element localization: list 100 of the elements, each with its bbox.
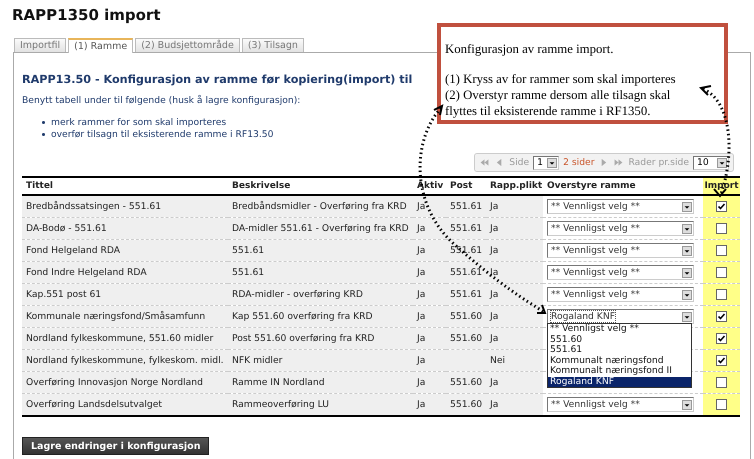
table-cell: Kap 551.60 overføring fra KRD <box>232 311 373 322</box>
tab[interactable]: (2) Budsjettområde <box>135 38 240 52</box>
dropdown-option[interactable]: Kommunalt næringsfond II <box>548 366 691 376</box>
table-cell: Kommunale næringsfond/Småsamfunn <box>26 311 206 322</box>
column-header: Overstyre ramme <box>547 181 636 191</box>
table-cell: 551.61 <box>450 267 482 278</box>
import-checkbox[interactable] <box>716 288 727 300</box>
page-count: 2 sider <box>563 157 594 168</box>
table-cell: Overføring Innovasjon Norge Nordland <box>26 377 203 388</box>
table-cell: Nordland fylkeskommune, 551.60 midler <box>26 333 214 344</box>
table-cell: Post 551.60 overføring fra KRD <box>232 333 375 344</box>
dropdown-arrow-icon <box>717 158 727 168</box>
save-button[interactable]: Lagre endringer i konfigurasjon <box>22 437 210 455</box>
table-cell: NFK midler <box>232 355 282 366</box>
import-checkbox[interactable] <box>716 200 727 212</box>
table-cell: Nordland fylkeskommune, fylkeskom. midl. <box>26 355 224 366</box>
table-cell: 551.61 <box>232 245 264 256</box>
table-cell: Ja <box>490 201 498 212</box>
bullet-text: overfør tilsagn til eksisterende ramme i RF13.50 <box>51 128 274 140</box>
dropdown-arrow-icon <box>682 290 692 300</box>
table-cell: Bredbåndsmidler - Overføring fra KRD <box>232 201 407 212</box>
table-cell: Ja <box>490 289 498 300</box>
callout-title: Konfigurasjon av ramme import. <box>445 42 614 57</box>
table-cell: Ja <box>417 377 426 388</box>
override-select[interactable]: ** Vennligst velg ** <box>547 265 694 280</box>
table-cell: Kap.551 post 61 <box>26 289 102 300</box>
page-select[interactable]: 1 <box>533 156 560 170</box>
tab[interactable]: Importfil <box>14 38 66 52</box>
table-cell: Ja <box>490 223 498 234</box>
callout-text: (1) Kryss av for rammer som skal importeres <box>445 71 677 87</box>
table-cell: 551.61 <box>450 201 482 212</box>
page-title: RAPP1350 import <box>11 5 162 26</box>
override-select[interactable]: ** Vennligst velg ** <box>547 397 694 412</box>
import-checkbox[interactable] <box>716 244 727 256</box>
tab[interactable]: (3) Tilsagn <box>242 38 304 52</box>
dropdown-arrow-icon <box>547 158 558 168</box>
table-cell: Fond Helgeland RDA <box>26 245 120 256</box>
override-select[interactable]: ** Vennligst velg ** <box>547 287 694 302</box>
dropdown-option[interactable]: 551.61 <box>548 345 691 356</box>
table-cell: 551.61 <box>232 267 264 278</box>
table-cell: Ja <box>417 267 426 278</box>
table-cell: Ramme IN Nordland <box>232 377 325 388</box>
dropdown-arrow-icon <box>682 246 692 256</box>
callout-text: (2) Overstyr ramme dersom alle tilsagn skal flyttes til eksisterende ramme i RF1350. <box>445 87 672 119</box>
column-header: Post <box>450 181 472 191</box>
rows-per-page-select[interactable]: 10 <box>693 156 729 170</box>
dropdown-option[interactable]: 551.60 <box>548 334 691 345</box>
table-cell: 551.60 <box>450 377 482 388</box>
bullet-icon <box>42 120 45 124</box>
override-select[interactable]: Rogaland KNF <box>547 309 694 324</box>
table-cell: Ja <box>417 289 426 300</box>
import-checkbox[interactable] <box>716 376 727 388</box>
table-cell: Ja <box>417 311 426 322</box>
import-checkbox[interactable] <box>716 310 727 322</box>
dropdown-arrow-icon <box>682 268 692 278</box>
table-cell: RDA-midler - overføring KRD <box>232 289 363 300</box>
dropdown-option[interactable]: Kommunalt næringsfond <box>548 356 691 366</box>
table-cell: Ja <box>417 333 426 344</box>
table-cell: Ja <box>490 311 498 322</box>
table-cell: Ja <box>490 377 498 388</box>
import-checkbox[interactable] <box>716 398 727 410</box>
import-checkbox[interactable] <box>716 354 727 366</box>
table-cell: Ja <box>417 223 426 234</box>
table-cell: DA-Bodø - 551.61 <box>26 223 107 234</box>
table-cell: Ja <box>417 245 426 256</box>
override-select[interactable]: ** Vennligst velg ** <box>547 199 694 214</box>
tab[interactable]: (1) Ramme <box>68 38 134 53</box>
import-checkbox[interactable] <box>716 332 727 344</box>
dropdown-arrow-icon <box>682 312 692 322</box>
override-select[interactable]: ** Vennligst velg ** <box>547 221 694 236</box>
dropdown-arrow-icon <box>682 202 692 212</box>
section-heading: RAPP13.50 - Konfigurasjon av ramme før kopiering(import) til <box>22 73 412 86</box>
table-cell: 551.60 <box>450 399 482 410</box>
bullet-icon <box>42 132 45 136</box>
column-header: Rapp.plikt <box>490 181 542 191</box>
table-cell: 551.60 <box>450 333 482 344</box>
dropdown-arrow-icon <box>682 400 692 410</box>
import-checkbox[interactable] <box>716 266 727 278</box>
dropdown-option[interactable]: Rogaland KNF <box>548 376 691 387</box>
table-cell: 551.60 <box>450 311 482 322</box>
dropdown-arrow-icon <box>682 224 692 234</box>
table-cell: Nei <box>490 355 506 366</box>
column-header: Tittel <box>26 181 54 191</box>
override-select[interactable]: ** Vennligst velg ** <box>547 243 694 258</box>
table-cell: Ja <box>490 245 498 256</box>
column-header: Aktiv <box>417 181 444 191</box>
table-cell: Ja <box>490 399 498 410</box>
dropdown-option[interactable]: ** Vennligst velg ** <box>548 324 691 334</box>
column-header: Import <box>704 181 739 191</box>
intro-text: Benytt tabell under til følgende (husk å lagre konfigurasjon): <box>22 95 300 106</box>
table-cell: 551.61 <box>450 223 482 234</box>
page-label: Side <box>509 157 530 168</box>
table-cell: Overføring Landsdelsutvalget <box>26 399 162 410</box>
column-header: Beskrivelse <box>232 181 290 191</box>
import-checkbox[interactable] <box>716 222 727 234</box>
bullet-text: merk rammer for som skal importeres <box>51 116 226 128</box>
table-cell: Ja <box>417 399 426 410</box>
table-cell: Ja <box>417 201 426 212</box>
table-cell: Ja <box>490 333 498 344</box>
table-cell: Ja <box>417 355 426 366</box>
